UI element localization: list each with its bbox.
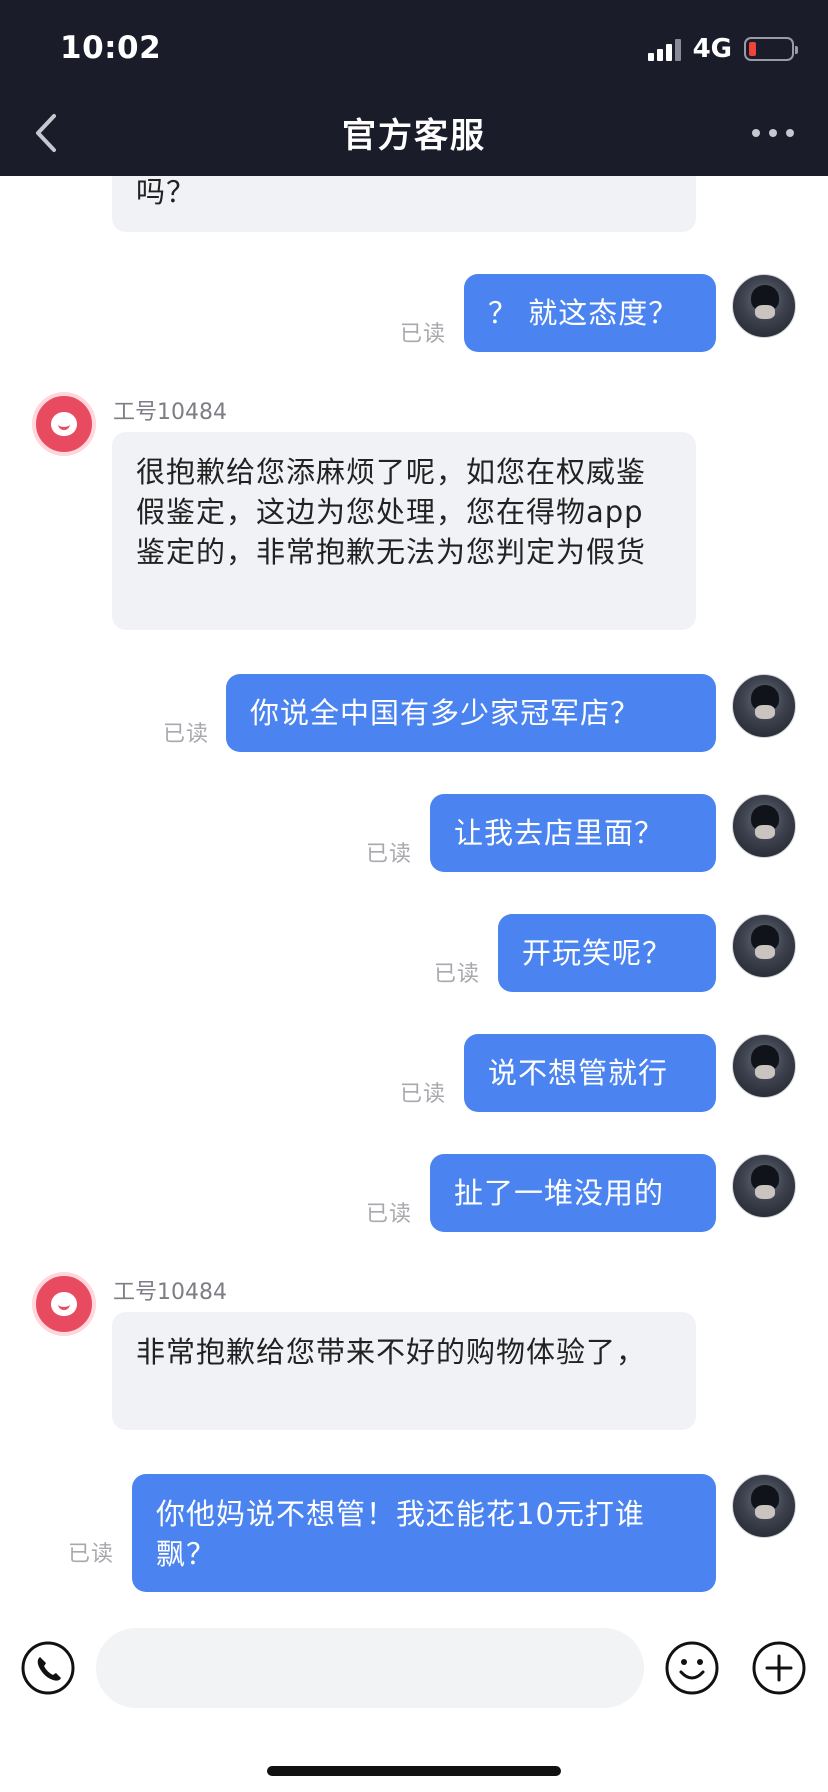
message-bubble: 你说全中国有多少家冠军店？	[226, 674, 716, 752]
emoji-icon	[665, 1641, 719, 1695]
message-text: ？ 就这态度？	[488, 296, 679, 330]
agent-avatar[interactable]	[32, 1272, 96, 1336]
status-time: 10:02	[60, 30, 162, 66]
page-title: 官方客服	[342, 116, 486, 156]
battery-icon	[744, 37, 798, 61]
user-avatar[interactable]	[732, 1474, 796, 1538]
message-text: 非常抱歉给您带来不好的购物体验了，	[136, 1335, 647, 1369]
message-bubble: 扯了一堆没用的	[430, 1154, 716, 1232]
sender-name: 工号10484	[113, 1280, 227, 1305]
message-text: 开玩笑呢？	[522, 936, 673, 970]
message-bubble: 非常抱歉给您带来不好的购物体验了，	[112, 1312, 696, 1430]
composer-bar	[0, 1600, 828, 1792]
network-type: 4G	[692, 34, 732, 64]
message-bubble: 让我去店里面？	[430, 794, 716, 872]
read-receipt: 已读	[68, 1542, 115, 1567]
read-receipt: 已读	[366, 842, 413, 867]
chat-screen: 10:02 4G 官方客服 吗？ 已读 ？ 就这态度？ 工号10484 很抱歉给…	[0, 0, 828, 1792]
message-text: 扯了一堆没用的	[454, 1176, 665, 1210]
message-bubble: 很抱歉给您添麻烦了呢，如您在权威鉴假鉴定，这边为您处理，您在得物app鉴定的，非…	[112, 432, 696, 630]
user-avatar[interactable]	[732, 274, 796, 338]
read-receipt: 已读	[400, 1082, 447, 1107]
message-bubble: 吗？	[112, 176, 696, 232]
read-receipt: 已读	[366, 1202, 413, 1227]
phone-icon	[21, 1641, 75, 1695]
status-indicators: 4G	[647, 34, 798, 64]
message-bubble: 开玩笑呢？	[498, 914, 716, 992]
plus-icon	[752, 1641, 806, 1695]
message-text: 说不想管就行	[488, 1056, 669, 1090]
sender-name: 工号10484	[113, 400, 227, 425]
user-avatar[interactable]	[732, 1034, 796, 1098]
message-bubble: 说不想管就行	[464, 1034, 716, 1112]
signal-icon	[647, 37, 681, 61]
emoji-button[interactable]	[664, 1640, 720, 1696]
read-receipt: 已读	[434, 962, 481, 987]
header: 10:02 4G 官方客服	[0, 0, 828, 176]
message-bubble: ？ 就这态度？	[464, 274, 716, 352]
message-text: 让我去店里面？	[454, 816, 665, 850]
user-avatar[interactable]	[732, 914, 796, 978]
read-receipt: 已读	[163, 722, 210, 747]
more-button[interactable]	[748, 118, 798, 148]
agent-avatar[interactable]	[32, 392, 96, 456]
message-list[interactable]: 吗？ 已读 ？ 就这态度？ 工号10484 很抱歉给您添麻烦了呢，如您在权威鉴假…	[0, 176, 828, 1600]
message-text: 很抱歉给您添麻烦了呢，如您在权威鉴假鉴定，这边为您处理，您在得物app鉴定的，非…	[136, 455, 647, 569]
user-avatar[interactable]	[732, 1154, 796, 1218]
more-actions-button[interactable]	[751, 1640, 807, 1696]
read-receipt: 已读	[400, 322, 447, 347]
message-text: 你说全中国有多少家冠军店？	[250, 696, 641, 730]
home-indicator[interactable]	[267, 1766, 561, 1776]
call-button[interactable]	[20, 1640, 76, 1696]
message-text: 你他妈说不想管！我还能花10元打谁飘？	[156, 1497, 645, 1571]
user-avatar[interactable]	[732, 794, 796, 858]
user-avatar[interactable]	[732, 674, 796, 738]
message-input[interactable]	[96, 1628, 644, 1708]
more-dots-icon	[752, 129, 794, 137]
message-bubble: 你他妈说不想管！我还能花10元打谁飘？	[132, 1474, 716, 1592]
message-text: 吗？	[136, 176, 197, 209]
